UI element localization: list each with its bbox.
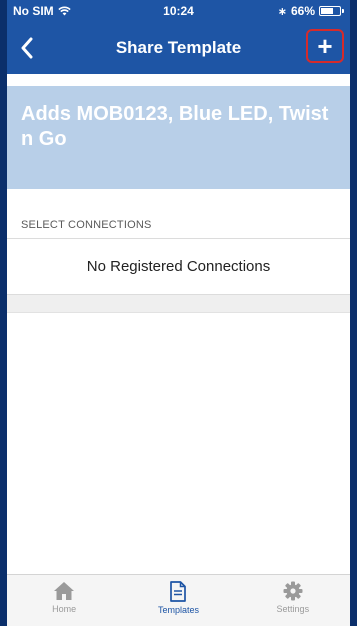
status-right: ∗ 66% xyxy=(278,4,344,18)
section-footer xyxy=(7,295,350,312)
section-label: SELECT CONNECTIONS xyxy=(21,219,152,231)
plus-icon: + xyxy=(317,31,333,61)
tab-templates[interactable]: Templates xyxy=(121,575,235,626)
battery-icon xyxy=(319,6,341,16)
document-icon xyxy=(170,581,187,602)
tab-settings-label: Settings xyxy=(276,604,310,614)
bluetooth-icon: ∗ xyxy=(277,5,287,18)
battery-fill xyxy=(321,8,333,14)
tab-home[interactable]: Home xyxy=(7,575,121,626)
template-title: Adds MOB0123, Blue LED, Twist n Go xyxy=(21,103,329,150)
tab-home-label: Home xyxy=(52,604,77,614)
tab-settings[interactable]: Settings xyxy=(236,575,350,626)
screen: No SIM 10:24 ∗ 66% Share Template + Adds… xyxy=(7,0,350,626)
battery-percent: 66% xyxy=(290,4,315,18)
back-button[interactable] xyxy=(13,32,41,64)
battery-tip xyxy=(342,9,344,13)
gear-icon xyxy=(283,581,303,601)
chevron-left-icon xyxy=(21,37,33,59)
home-icon xyxy=(54,582,75,600)
empty-connections-row: No Registered Connections xyxy=(7,239,350,294)
status-bar: No SIM 10:24 ∗ 66% xyxy=(7,0,350,22)
empty-connections-text: No Registered Connections xyxy=(86,258,271,275)
divider xyxy=(7,312,350,313)
nav-bar: Share Template + xyxy=(7,22,350,74)
add-connection-button[interactable]: + xyxy=(306,29,344,63)
phone-frame: No SIM 10:24 ∗ 66% Share Template + Adds… xyxy=(0,0,357,626)
template-header: Adds MOB0123, Blue LED, Twist n Go xyxy=(7,86,350,189)
tab-templates-label: Templates xyxy=(157,605,199,615)
tab-bar: Home Templates Settings xyxy=(7,574,350,626)
page-title: Share Template xyxy=(115,38,242,57)
